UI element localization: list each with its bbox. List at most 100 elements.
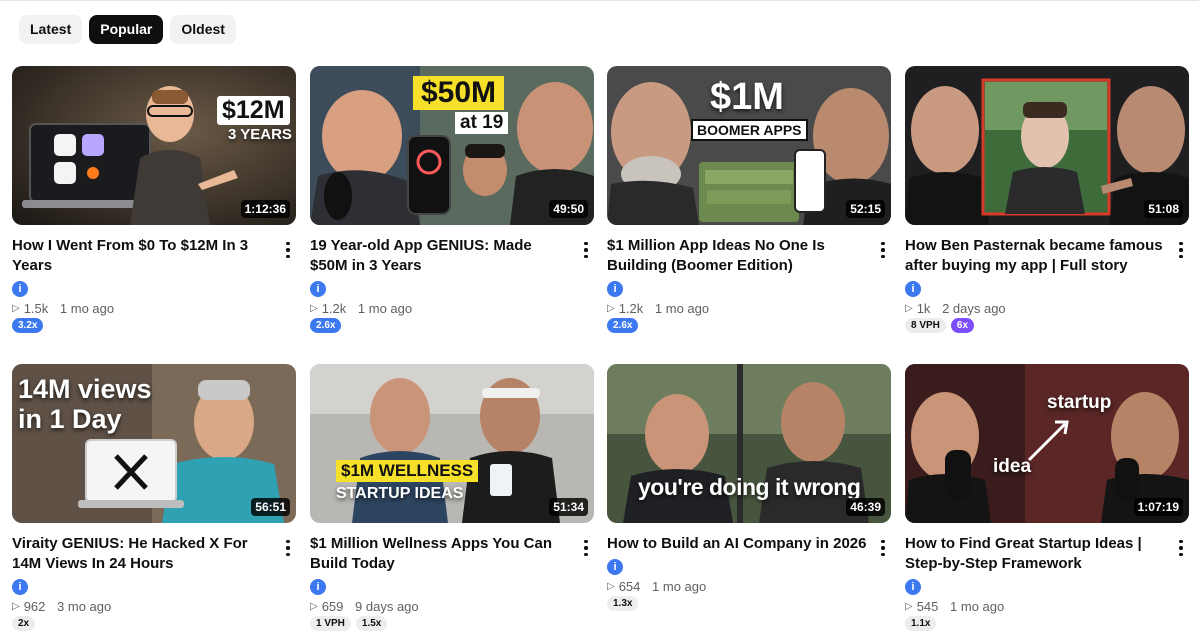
- video-card[interactable]: $12M 3 YEARS 1:12:36 How I Went From $0 …: [12, 66, 296, 333]
- views-icon: ▷: [310, 601, 318, 612]
- chip-popular[interactable]: Popular: [89, 15, 164, 44]
- thumbnail-subheadline: STARTUP IDEAS: [336, 485, 464, 502]
- video-title[interactable]: How to Build an AI Company in 2026: [607, 534, 869, 554]
- view-count: 659: [321, 599, 344, 614]
- views-icon: ▷: [310, 303, 318, 314]
- video-thumbnail[interactable]: $50M at 19 49:50: [310, 66, 594, 225]
- duration-badge: 49:50: [549, 200, 588, 218]
- video-card[interactable]: startup idea 1:07:19 How to Find Great S…: [905, 364, 1189, 631]
- upload-age: 2 days ago: [942, 301, 1006, 316]
- views-icon: ▷: [905, 303, 913, 314]
- views-icon: ▷: [607, 303, 615, 314]
- more-options-icon[interactable]: [1173, 537, 1189, 559]
- performance-badges: 2x: [12, 616, 296, 631]
- more-options-icon[interactable]: [1173, 239, 1189, 261]
- duration-badge: 46:39: [846, 498, 885, 516]
- thumbnail-headline: 14M views: [18, 374, 152, 404]
- thumbnail-headline: you're doing it wrong: [638, 474, 861, 500]
- outlier-badge: 2.6x: [607, 318, 639, 333]
- more-options-icon[interactable]: [875, 239, 891, 261]
- video-title[interactable]: $1 Million Wellness Apps You Can Build T…: [310, 534, 572, 574]
- channel-avatar-icon[interactable]: i: [310, 281, 326, 297]
- upload-age: 9 days ago: [355, 599, 419, 614]
- view-count: 654: [618, 579, 641, 594]
- more-options-icon[interactable]: [875, 537, 891, 559]
- view-count: 1k: [916, 301, 931, 316]
- channel-avatar-icon[interactable]: i: [12, 281, 28, 297]
- upload-age: 1 mo ago: [950, 599, 1005, 614]
- view-count: 1.5k: [23, 301, 49, 316]
- channel-avatar-icon[interactable]: i: [12, 579, 28, 595]
- video-stats: ▷ 1.2k 1 mo ago: [310, 301, 594, 316]
- channel-avatar-icon[interactable]: i: [905, 281, 921, 297]
- channel-avatar-icon[interactable]: i: [905, 579, 921, 595]
- video-thumbnail[interactable]: 51:08: [905, 66, 1189, 225]
- chip-latest[interactable]: Latest: [19, 15, 83, 44]
- views-icon: ▷: [607, 581, 615, 592]
- performance-badges: 1.3x: [607, 596, 891, 611]
- duration-badge: 1:07:19: [1133, 498, 1183, 516]
- top-divider: [0, 0, 1199, 1]
- video-stats: ▷ 654 1 mo ago: [607, 579, 891, 594]
- views-icon: ▷: [12, 601, 20, 612]
- video-stats: ▷ 962 3 mo ago: [12, 599, 296, 614]
- thumbnail-headline: $1M: [710, 76, 784, 118]
- video-title[interactable]: 19 Year-old App GENIUS: Made $50M in 3 Y…: [310, 236, 572, 276]
- video-card[interactable]: $1M WELLNESS STARTUP IDEAS 51:34 $1 Mill…: [310, 364, 594, 631]
- performance-badges: 1 VPH 1.5x: [310, 616, 594, 631]
- thumbnail-headline: $12M: [217, 96, 290, 125]
- video-thumbnail[interactable]: $1M WELLNESS STARTUP IDEAS 51:34: [310, 364, 594, 523]
- video-stats: ▷ 659 9 days ago: [310, 599, 594, 614]
- video-thumbnail[interactable]: $1M BOOMER APPS 52:15: [607, 66, 891, 225]
- video-card[interactable]: you're doing it wrong 46:39 How to Build…: [607, 364, 891, 611]
- duration-badge: 56:51: [251, 498, 290, 516]
- video-title[interactable]: How I Went From $0 To $12M In 3 Years: [12, 236, 274, 276]
- upload-age: 1 mo ago: [59, 301, 115, 316]
- performance-badges: 1.1x: [905, 616, 1189, 631]
- video-card[interactable]: $1M BOOMER APPS 52:15 $1 Million App Ide…: [607, 66, 891, 333]
- outlier-badge: 2x: [12, 616, 36, 631]
- video-stats: ▷ 1k 2 days ago: [905, 301, 1189, 316]
- video-card[interactable]: 14M views in 1 Day 56:51 Viraity GENIUS:…: [12, 364, 296, 631]
- upload-age: 1 mo ago: [652, 579, 707, 594]
- performance-badges: 8 VPH 6x: [905, 318, 1189, 333]
- chip-oldest[interactable]: Oldest: [170, 15, 236, 44]
- duration-badge: 51:34: [549, 498, 588, 516]
- more-options-icon[interactable]: [578, 537, 594, 559]
- more-options-icon[interactable]: [280, 537, 296, 559]
- video-card[interactable]: 51:08 How Ben Pasternak became famous af…: [905, 66, 1189, 333]
- video-thumbnail[interactable]: $12M 3 YEARS 1:12:36: [12, 66, 296, 225]
- video-thumbnail[interactable]: 14M views in 1 Day 56:51: [12, 364, 296, 523]
- thumbnail-subheadline: 3 YEARS: [228, 126, 292, 143]
- thumbnail-subheadline: idea: [993, 456, 1032, 477]
- video-title[interactable]: Viraity GENIUS: He Hacked X For 14M View…: [12, 534, 274, 574]
- outlier-badge: 1.3x: [607, 596, 639, 611]
- duration-badge: 1:12:36: [240, 200, 290, 218]
- video-title[interactable]: How to Find Great Startup Ideas | Step-b…: [905, 534, 1167, 574]
- video-card[interactable]: $50M at 19 49:50 19 Year-old App GENIUS:…: [310, 66, 594, 333]
- video-thumbnail[interactable]: startup idea 1:07:19: [905, 364, 1189, 523]
- channel-avatar-icon[interactable]: i: [607, 559, 623, 575]
- more-options-icon[interactable]: [280, 239, 296, 261]
- channel-avatar-icon[interactable]: i: [310, 579, 326, 595]
- video-thumbnail[interactable]: you're doing it wrong 46:39: [607, 364, 891, 523]
- upload-age: 3 mo ago: [57, 599, 112, 614]
- outlier-badge: 2.6x: [310, 318, 342, 333]
- video-title[interactable]: How Ben Pasternak became famous after bu…: [905, 236, 1167, 276]
- views-icon: ▷: [905, 601, 913, 612]
- upload-age: 1 mo ago: [654, 301, 710, 316]
- thumbnail-headline: startup: [1047, 392, 1112, 413]
- vph-badge: 8 VPH: [905, 318, 946, 333]
- thumbnail-subheadline: at 19: [455, 112, 509, 134]
- channel-avatar-icon[interactable]: i: [607, 281, 623, 297]
- duration-badge: 51:08: [1144, 200, 1183, 218]
- thumbnail-subheadline: BOOMER APPS: [691, 119, 808, 141]
- more-options-icon[interactable]: [578, 239, 594, 261]
- video-title[interactable]: $1 Million App Ideas No One Is Building …: [607, 236, 869, 276]
- outlier-badge: 1.5x: [355, 616, 388, 631]
- thumbnail-subheadline: in 1 Day: [18, 404, 122, 434]
- performance-badges: 3.2x: [12, 318, 296, 333]
- thumbnail-headline: $50M: [413, 76, 505, 110]
- upload-age: 1 mo ago: [357, 301, 413, 316]
- video-stats: ▷ 1.2k 1 mo ago: [607, 301, 891, 316]
